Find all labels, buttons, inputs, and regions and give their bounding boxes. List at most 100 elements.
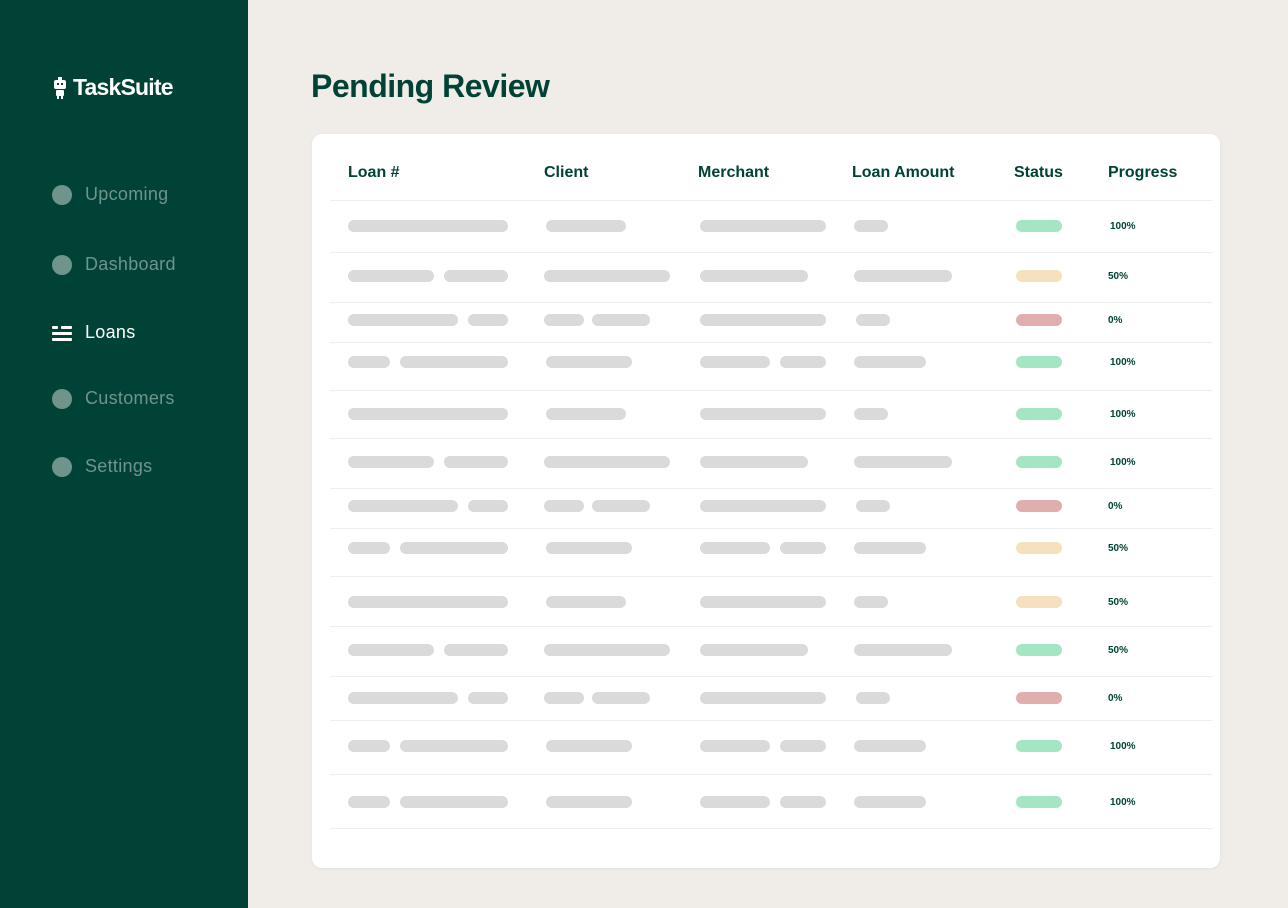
- skeleton-placeholder: [700, 314, 826, 326]
- row-divider: [330, 828, 1212, 829]
- skeleton-placeholder: [700, 796, 770, 808]
- circle-icon: [52, 184, 72, 205]
- skeleton-placeholder: [700, 596, 826, 608]
- skeleton-placeholder: [546, 596, 626, 608]
- skeleton-placeholder: [856, 692, 890, 704]
- nav-item-customers[interactable]: Customers: [52, 388, 175, 409]
- skeleton-placeholder: [544, 644, 670, 656]
- skeleton-placeholder: [700, 644, 808, 656]
- column-header-progress[interactable]: Progress: [1108, 164, 1177, 182]
- nav-item-upcoming[interactable]: Upcoming: [52, 184, 168, 205]
- progress-value: 50%: [1108, 645, 1129, 656]
- skeleton-placeholder: [348, 408, 508, 420]
- skeleton-placeholder: [348, 270, 434, 282]
- column-header-status[interactable]: Status: [1014, 164, 1063, 182]
- skeleton-placeholder: [854, 270, 952, 282]
- skeleton-placeholder: [544, 692, 584, 704]
- skeleton-placeholder: [700, 408, 826, 420]
- skeleton-placeholder: [854, 220, 888, 232]
- nav-label: Dashboard: [85, 254, 176, 274]
- progress-value: 100%: [1110, 797, 1136, 808]
- row-divider: [330, 676, 1212, 677]
- row-divider: [330, 720, 1212, 721]
- progress-value: 50%: [1108, 543, 1129, 554]
- column-header-loan-number[interactable]: Loan #: [348, 164, 400, 182]
- nav-label: Customers: [85, 388, 175, 408]
- status-badge: [1016, 596, 1062, 608]
- skeleton-placeholder: [854, 596, 888, 608]
- skeleton-placeholder: [780, 356, 826, 368]
- skeleton-placeholder: [700, 740, 770, 752]
- logo[interactable]: TaskSuite: [53, 74, 174, 101]
- row-divider: [330, 576, 1212, 577]
- skeleton-placeholder: [854, 796, 926, 808]
- column-header-loan-amount[interactable]: Loan Amount: [852, 164, 955, 182]
- skeleton-placeholder: [348, 692, 458, 704]
- progress-value: 50%: [1108, 271, 1129, 282]
- progress-value: 100%: [1110, 741, 1136, 752]
- skeleton-placeholder: [856, 500, 890, 512]
- skeleton-placeholder: [780, 740, 826, 752]
- skeleton-placeholder: [544, 270, 670, 282]
- status-badge: [1016, 220, 1062, 232]
- skeleton-placeholder: [348, 314, 458, 326]
- skeleton-placeholder: [544, 456, 670, 468]
- progress-value: 100%: [1110, 221, 1136, 232]
- progress-value: 0%: [1108, 693, 1123, 704]
- status-badge: [1016, 542, 1062, 554]
- circle-icon: [52, 456, 72, 477]
- row-divider: [330, 626, 1212, 627]
- status-badge: [1016, 356, 1062, 368]
- skeleton-placeholder: [780, 542, 826, 554]
- row-divider: [330, 488, 1212, 489]
- skeleton-placeholder: [544, 314, 584, 326]
- skeleton-placeholder: [444, 644, 508, 656]
- circle-icon: [52, 388, 72, 409]
- row-divider: [330, 302, 1212, 303]
- skeleton-placeholder: [546, 408, 626, 420]
- skeleton-placeholder: [700, 500, 826, 512]
- skeleton-placeholder: [854, 542, 926, 554]
- nav-label: Upcoming: [85, 184, 169, 204]
- skeleton-placeholder: [592, 692, 650, 704]
- sidebar: TaskSuite Upcoming Dashboard Loans Custo…: [0, 0, 248, 908]
- page-title: Pending Review: [311, 68, 550, 104]
- skeleton-placeholder: [854, 740, 926, 752]
- skeleton-placeholder: [400, 740, 508, 752]
- skeleton-placeholder: [468, 692, 508, 704]
- skeleton-placeholder: [546, 356, 632, 368]
- nav-item-loans[interactable]: Loans: [52, 322, 136, 343]
- skeleton-placeholder: [854, 408, 888, 420]
- row-divider: [330, 438, 1212, 439]
- skeleton-placeholder: [400, 542, 508, 554]
- status-badge: [1016, 270, 1062, 282]
- nav-item-settings[interactable]: Settings: [52, 456, 152, 477]
- skeleton-placeholder: [700, 270, 808, 282]
- skeleton-placeholder: [348, 740, 390, 752]
- row-divider: [330, 342, 1212, 343]
- row-divider: [330, 774, 1212, 775]
- skeleton-placeholder: [546, 542, 632, 554]
- skeleton-placeholder: [854, 644, 952, 656]
- skeleton-placeholder: [468, 314, 508, 326]
- skeleton-placeholder: [348, 542, 390, 554]
- nav-label: Settings: [85, 456, 153, 476]
- skeleton-placeholder: [348, 644, 434, 656]
- skeleton-placeholder: [592, 314, 650, 326]
- skeleton-placeholder: [592, 500, 650, 512]
- loans-table: Loan # Client Merchant Loan Amount Statu…: [312, 134, 1220, 868]
- progress-value: 100%: [1110, 457, 1136, 468]
- skeleton-placeholder: [546, 220, 626, 232]
- skeleton-placeholder: [546, 740, 632, 752]
- skeleton-placeholder: [854, 356, 926, 368]
- status-badge: [1016, 644, 1062, 656]
- skeleton-placeholder: [348, 596, 508, 608]
- progress-value: 100%: [1110, 357, 1136, 368]
- skeleton-placeholder: [400, 356, 508, 368]
- column-header-client[interactable]: Client: [544, 164, 588, 182]
- skeleton-placeholder: [700, 456, 808, 468]
- status-badge: [1016, 692, 1062, 704]
- nav-label: Loans: [85, 322, 136, 342]
- column-header-merchant[interactable]: Merchant: [698, 164, 769, 182]
- nav-item-dashboard[interactable]: Dashboard: [52, 254, 176, 275]
